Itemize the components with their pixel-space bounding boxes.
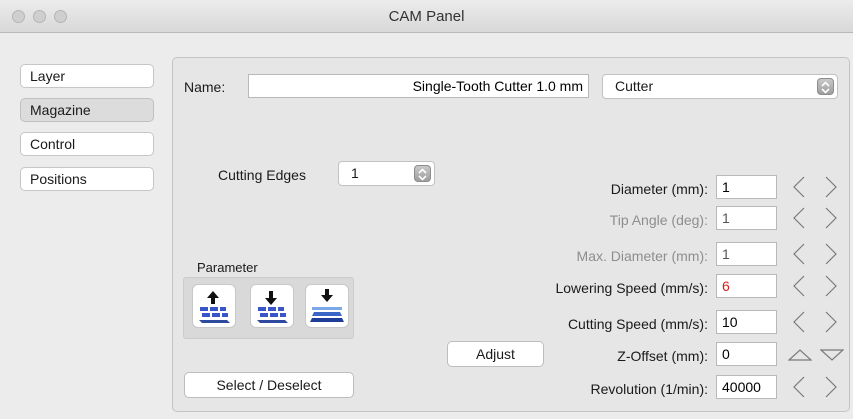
window-title: CAM Panel [388,8,465,25]
z-offset-label: Z-Offset (mm): [617,348,708,364]
parameter-label: Parameter [197,260,258,275]
parameter-layer-button[interactable] [305,284,349,328]
cutting-speed-increase-icon[interactable] [824,311,838,333]
revolution-label: Revolution (1/min): [590,381,709,397]
cutting-speed-field[interactable] [716,310,777,334]
lowering-speed-label: Lowering Speed (mm/s): [555,280,708,296]
sidebar-item-layer[interactable]: Layer [20,64,154,88]
tip-angle-field[interactable] [716,206,777,230]
parameter-upload-icon [199,291,230,323]
parameter-upload-button[interactable] [192,284,236,328]
lowering-speed-increase-icon[interactable] [824,275,838,297]
cutting-edges-label: Cutting Edges [218,167,306,183]
cutting-speed-decrease-icon[interactable] [792,311,806,333]
tool-type-value: Cutter [615,78,654,94]
sidebar-item-positions[interactable]: Positions [20,167,154,191]
sidebar-item-magazine[interactable]: Magazine [20,98,154,122]
max-diameter-label: Max. Diameter (mm): [576,248,708,264]
tip-angle-label: Tip Angle (deg): [609,212,708,228]
max-diameter-decrease-icon[interactable] [792,243,806,265]
popup-stepper-icon [414,165,431,182]
cutting-edges-value: 1 [351,165,359,181]
sidebar-item-control[interactable]: Control [20,132,154,156]
diameter-increase-icon[interactable] [824,176,838,198]
title-bar: CAM Panel [0,0,853,33]
name-label: Name: [184,79,226,95]
tool-name-field[interactable] [248,74,589,98]
diameter-decrease-icon[interactable] [792,176,806,198]
cutting-edges-select[interactable]: 1 [338,161,435,186]
tip-angle-increase-icon[interactable] [824,207,838,229]
parameter-download-button[interactable] [250,284,294,328]
max-diameter-field[interactable] [716,242,777,266]
revolution-decrease-icon[interactable] [792,376,806,398]
z-offset-field[interactable] [716,342,777,366]
parameter-download-icon [257,291,288,323]
z-offset-down-icon[interactable] [820,348,844,362]
z-offset-up-icon[interactable] [788,348,812,362]
lowering-speed-decrease-icon[interactable] [792,275,806,297]
lowering-speed-field[interactable] [716,274,777,298]
revolution-increase-icon[interactable] [824,376,838,398]
tip-angle-decrease-icon[interactable] [792,207,806,229]
select-deselect-button[interactable]: Select / Deselect [184,372,354,398]
diameter-field[interactable] [716,175,777,199]
diameter-label: Diameter (mm): [610,181,708,197]
cutting-speed-label: Cutting Speed (mm/s): [567,316,708,332]
cam-panel-window: CAM Panel Layer Magazine Control Positio… [0,0,853,419]
revolution-field[interactable] [716,375,777,399]
parameter-layer-icon [310,289,344,322]
tool-type-select[interactable]: Cutter [602,74,838,99]
max-diameter-increase-icon[interactable] [824,243,838,265]
popup-stepper-icon [817,78,834,95]
